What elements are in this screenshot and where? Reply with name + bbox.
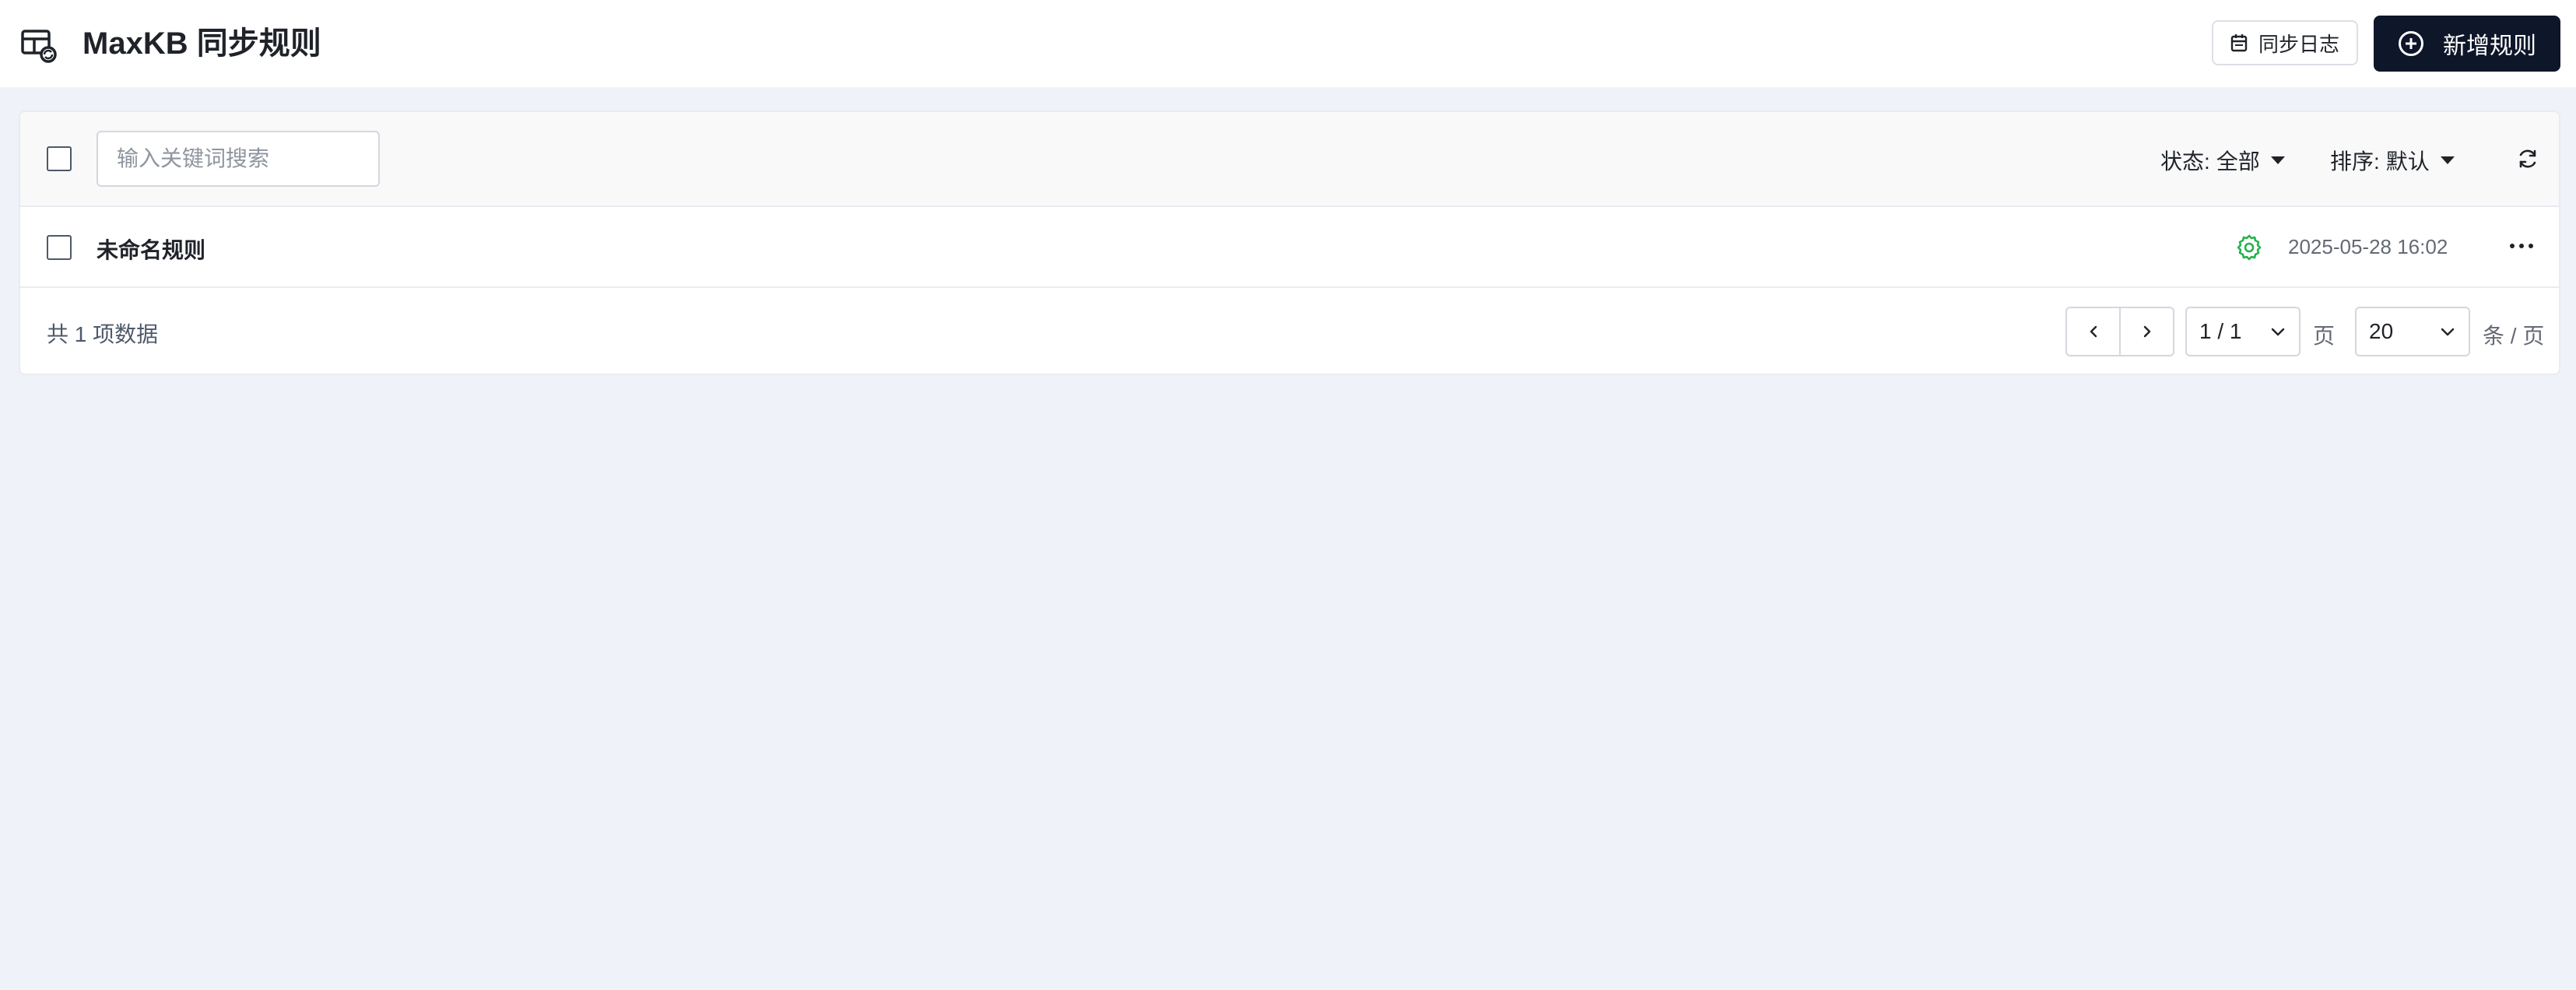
gear-icon (2237, 234, 2262, 261)
select-all-checkbox[interactable] (47, 146, 72, 171)
sort-value: 默认 (2385, 149, 2430, 174)
table-sync-icon (21, 30, 57, 63)
page-size-value: 20 (2369, 319, 2394, 343)
rules-list-card: 状态: 全部 排序: 默认 未命名规则 2025-05-28 16:02 (19, 111, 2560, 375)
rule-updated-time: 2025-05-28 16:02 (2288, 235, 2448, 258)
caret-down-icon (2270, 156, 2285, 164)
status-filter-label: 状态: (2160, 149, 2210, 174)
list-toolbar: 状态: 全部 排序: 默认 (20, 112, 2559, 207)
more-dot (2510, 244, 2515, 248)
next-page-button[interactable] (2119, 308, 2173, 355)
sort-dropdown[interactable]: 排序: 默认 (2330, 145, 2455, 176)
page-unit-label: 页 (2313, 324, 2336, 348)
sync-log-button[interactable]: 同步日志 (2212, 20, 2358, 65)
prev-page-button[interactable] (2067, 308, 2119, 355)
calendar-icon (2230, 34, 2248, 52)
add-rule-button[interactable]: 新增规则 (2374, 16, 2560, 72)
add-rule-label: 新增规则 (2443, 33, 2536, 59)
chevron-left-icon (2090, 325, 2097, 338)
page-title: MaxKB 同步规则 (82, 26, 321, 61)
plus-circle-icon (2399, 31, 2423, 56)
table-row[interactable]: 未命名规则 2025-05-28 16:02 (20, 207, 2559, 288)
top-header: MaxKB 同步规则 同步日志 新增规则 (0, 0, 2576, 87)
row-checkbox[interactable] (47, 235, 72, 260)
sort-label: 排序: (2330, 149, 2380, 174)
more-dot (2519, 244, 2524, 248)
page-select[interactable]: 1 / 1 (2185, 307, 2301, 356)
more-dot (2529, 244, 2533, 248)
page-size-select[interactable]: 20 (2355, 307, 2470, 356)
more-actions-button[interactable] (2503, 230, 2540, 262)
pagination-bar: 共 1 项数据 1 / 1 页 20 条 / 页 (20, 288, 2559, 374)
page-size-unit-label: 条 / 页 (2483, 324, 2545, 348)
chevron-right-icon (2143, 325, 2150, 338)
pager-buttons (2065, 307, 2174, 356)
caret-down-icon (2440, 156, 2455, 164)
sync-log-label: 同步日志 (2258, 32, 2339, 56)
search-input[interactable] (97, 131, 380, 187)
status-filter-dropdown[interactable]: 状态: 全部 (2160, 145, 2285, 176)
status-filter-value: 全部 (2216, 149, 2260, 174)
refresh-button[interactable] (2511, 142, 2545, 176)
refresh-icon (2519, 149, 2536, 168)
page-select-value: 1 / 1 (2199, 319, 2242, 343)
total-count: 共 1 项数据 (47, 322, 159, 346)
rule-name[interactable]: 未命名规则 (97, 233, 205, 265)
chevron-down-icon (2441, 328, 2455, 336)
chevron-down-icon (2271, 328, 2285, 336)
